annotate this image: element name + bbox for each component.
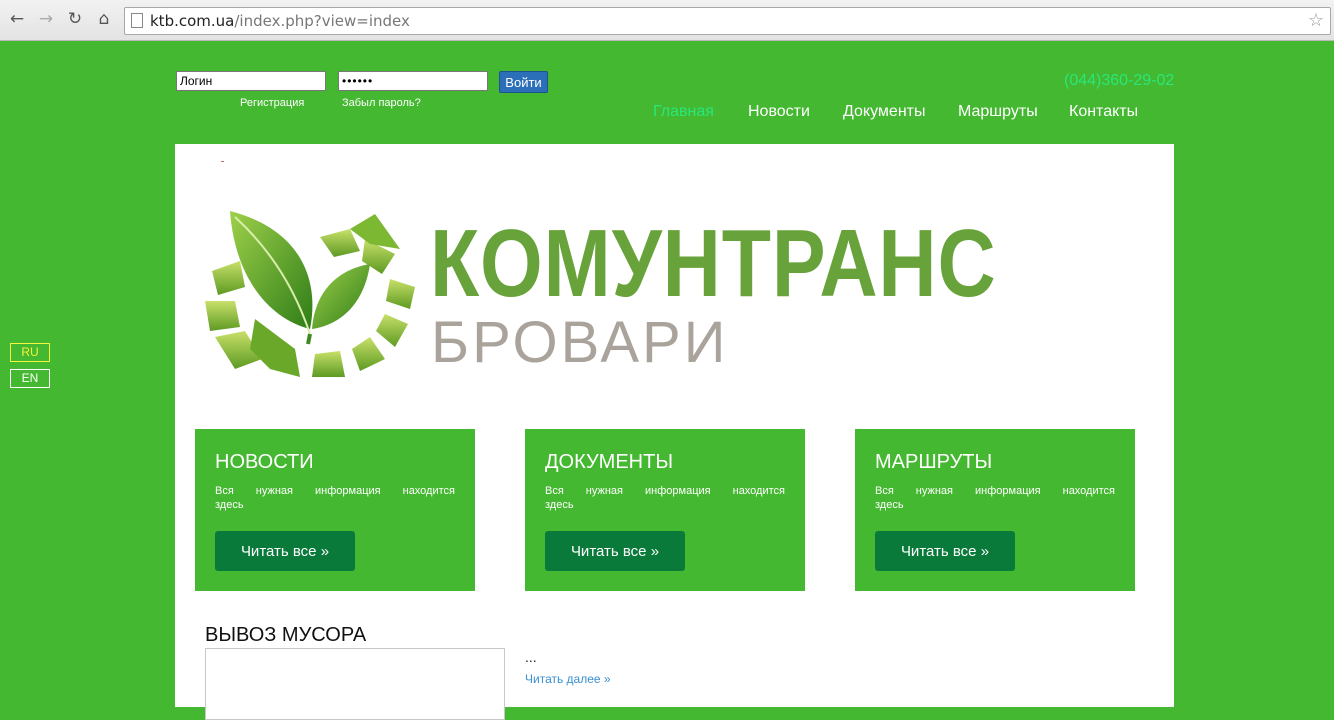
home-icon[interactable]: ⌂ xyxy=(93,8,115,30)
nav-item-routes[interactable]: Маршруты xyxy=(958,103,1038,121)
url-text: ktb.com.ua/index.php?view=index xyxy=(150,12,410,30)
username-input[interactable] xyxy=(176,71,326,91)
address-bar[interactable]: ktb.com.ua/index.php?view=index ☆ xyxy=(124,7,1331,35)
documents-box-text: Вся нужная информация находится xyxy=(545,485,785,497)
routes-box-text-end: здесь xyxy=(875,499,904,511)
documents-box: ДОКУМЕНТЫ Вся нужная информация находитс… xyxy=(525,429,805,591)
login-button[interactable]: Войти xyxy=(499,71,548,93)
documents-box-title: ДОКУМЕНТЫ xyxy=(545,451,674,473)
article-excerpt: ... xyxy=(525,649,537,665)
news-box-text: Вся нужная информация находится xyxy=(215,485,455,497)
nav-item-news[interactable]: Новости xyxy=(748,103,810,121)
bookmark-star-icon[interactable]: ☆ xyxy=(1308,10,1324,31)
nav-item-documents[interactable]: Документы xyxy=(843,103,925,121)
url-path: /index.php?view=index xyxy=(234,12,410,30)
logo-title: КОМУНТРАНС xyxy=(430,210,997,317)
forgot-password-link[interactable]: Забыл пароль? xyxy=(342,97,421,109)
password-input[interactable] xyxy=(338,71,488,91)
news-box: НОВОСТИ Вся нужная информация находится … xyxy=(195,429,475,591)
phone-number: (044)360-29-02 xyxy=(1064,72,1175,89)
article-image-frame xyxy=(205,648,505,720)
language-ru-button[interactable]: RU xyxy=(10,343,50,362)
forward-icon[interactable]: → xyxy=(35,8,57,30)
routes-box: МАРШРУТЫ Вся нужная информация находится… xyxy=(855,429,1135,591)
nav-item-contacts[interactable]: Контакты xyxy=(1069,103,1138,121)
browser-toolbar: ← → ↻ ⌂ ktb.com.ua/index.php?view=index … xyxy=(0,0,1334,41)
main-content: КОМУНТРАНС БРОВАРИ НОВОСТИ Вся нужная ин… xyxy=(175,144,1174,720)
news-box-text-end: здесь xyxy=(215,499,244,511)
back-icon[interactable]: ← xyxy=(6,8,28,30)
article-read-more-link[interactable]: Читать далее » xyxy=(525,672,611,686)
logo-subtitle: БРОВАРИ xyxy=(431,310,729,375)
url-domain: ktb.com.ua xyxy=(150,12,235,30)
news-box-title: НОВОСТИ xyxy=(215,451,314,473)
register-link[interactable]: Регистрация xyxy=(240,97,304,109)
news-read-all-button[interactable]: Читать все » xyxy=(215,531,355,571)
documents-read-all-button[interactable]: Читать все » xyxy=(545,531,685,571)
reload-icon[interactable]: ↻ xyxy=(64,8,86,30)
language-en-button[interactable]: EN xyxy=(10,369,50,388)
logo-leaf-recycle-icon xyxy=(205,211,415,377)
stray-mark xyxy=(221,161,224,162)
article-title: ВЫВОЗ МУСОРА xyxy=(205,624,367,646)
nav-item-home[interactable]: Главная xyxy=(653,103,714,121)
routes-box-text: Вся нужная информация находится xyxy=(875,485,1115,497)
routes-box-title: МАРШРУТЫ xyxy=(875,451,993,473)
routes-read-all-button[interactable]: Читать все » xyxy=(875,531,1015,571)
page-icon xyxy=(131,13,143,28)
documents-box-text-end: здесь xyxy=(545,499,574,511)
